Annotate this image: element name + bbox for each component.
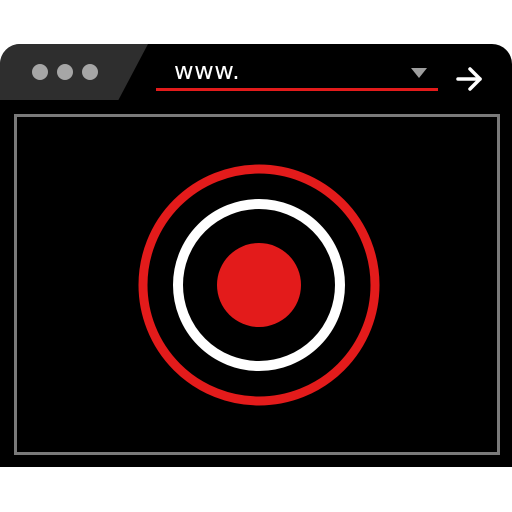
- record-icon: [138, 164, 380, 406]
- window-dot-icon[interactable]: [57, 64, 73, 80]
- arrow-right-icon[interactable]: [456, 66, 484, 92]
- address-bar-url[interactable]: www.: [174, 56, 240, 86]
- chevron-down-icon[interactable]: [411, 68, 427, 78]
- window-dot-icon[interactable]: [82, 64, 98, 80]
- window-dot-icon[interactable]: [32, 64, 48, 80]
- center-dot: [217, 243, 301, 327]
- page-viewport: [14, 114, 500, 455]
- address-bar-underline: [156, 88, 438, 91]
- icon-canvas: www.: [0, 0, 512, 512]
- window-controls: [0, 44, 148, 100]
- browser-window: www.: [0, 44, 512, 467]
